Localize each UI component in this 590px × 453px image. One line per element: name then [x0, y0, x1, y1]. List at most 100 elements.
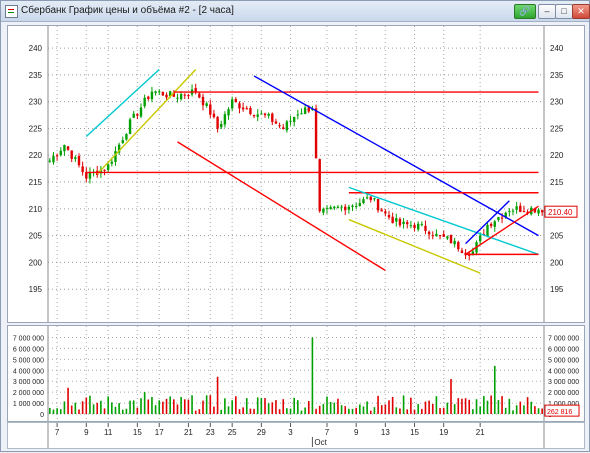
- volume-tick-label-left: 6 000 000: [13, 346, 44, 353]
- chart-window: Сбербанк График цены и объёма #2 - [2 ча…: [0, 0, 590, 452]
- volume-bar: [333, 402, 336, 414]
- price-candle: [66, 146, 70, 150]
- price-candle: [358, 203, 362, 207]
- volume-bar: [348, 408, 350, 414]
- price-candle: [55, 155, 59, 157]
- volume-bar: [486, 400, 489, 414]
- price-candle: [125, 134, 128, 140]
- time-tick-label: 9: [354, 428, 359, 437]
- price-candle: [322, 208, 325, 213]
- trendline[interactable]: [85, 68, 160, 138]
- volume-bar: [366, 401, 368, 414]
- time-axis-svg: 7 9 11 15 17 21 23 25 29 3 7 9 13 15 19 21 Oct: [47, 423, 545, 448]
- price-tick-label-right: 205: [550, 232, 564, 241]
- volume-bar: [340, 405, 343, 414]
- volume-bar: [512, 410, 514, 414]
- volume-chart[interactable]: 7 000 000 7 000 000 6 000 000 6 000 000 5 00…: [8, 326, 584, 421]
- volume-bar: [318, 405, 321, 414]
- price-candle: [508, 211, 511, 213]
- price-candle: [384, 211, 387, 214]
- volume-bar: [100, 400, 102, 414]
- volume-bar: [373, 407, 376, 414]
- price-candle: [285, 121, 289, 131]
- volume-bar: [424, 401, 427, 414]
- price-tick-label-left: 205: [29, 232, 43, 241]
- volume-bar: [111, 402, 113, 414]
- price-candle: [143, 97, 146, 107]
- volume-bar: [118, 403, 120, 414]
- price-candle: [63, 145, 66, 152]
- volume-bar: [63, 401, 66, 414]
- price-candle: [438, 235, 442, 237]
- volume-bar: [395, 407, 398, 414]
- volume-tick-label-left: 3 000 000: [13, 379, 44, 386]
- price-candle: [209, 104, 212, 115]
- price-candle: [446, 236, 449, 239]
- price-candle: [351, 205, 354, 207]
- price-candle: [260, 113, 263, 115]
- price-candle: [354, 205, 358, 207]
- volume-bar: [380, 405, 383, 414]
- close-button[interactable]: ✕: [572, 4, 590, 19]
- last-price-label: 210.40: [548, 208, 573, 217]
- volume-bar: [311, 337, 314, 414]
- volume-bar: [78, 409, 80, 414]
- price-chart[interactable]: 240 240 235 235 230 230 225 225 220 220 215 215 210 2…: [8, 26, 584, 322]
- volume-bar: [136, 407, 139, 414]
- volume-bar: [344, 406, 347, 414]
- title-bar[interactable]: Сбербанк График цены и объёма #2 - [2 ча…: [1, 1, 590, 22]
- trendline[interactable]: [96, 69, 197, 175]
- volume-bar: [158, 400, 161, 414]
- price-candle: [230, 99, 234, 109]
- volume-bar: [504, 407, 507, 414]
- volume-bar: [180, 396, 182, 414]
- volume-bar: [89, 395, 91, 414]
- price-candle: [223, 114, 227, 125]
- price-pane[interactable]: 240 240 235 235 230 230 225 225 220 220 215 215 210 2…: [7, 25, 585, 323]
- link-icon[interactable]: 🔗: [514, 4, 536, 19]
- price-candle: [139, 107, 143, 117]
- volume-bar: [209, 395, 212, 414]
- volume-tick-label-left: 4 000 000: [13, 368, 44, 375]
- volume-bar: [282, 399, 285, 414]
- volume-bar: [227, 406, 230, 414]
- price-candle: [329, 207, 332, 210]
- volume-bar: [442, 407, 445, 414]
- volume-bar: [293, 397, 295, 414]
- volume-bar: [143, 392, 146, 414]
- price-candle: [282, 127, 285, 129]
- trendline[interactable]: [177, 141, 386, 272]
- volume-bar: [202, 400, 204, 414]
- trendline[interactable]: [253, 75, 539, 237]
- price-tick-label-right: 215: [550, 178, 564, 187]
- volume-bar: [74, 402, 77, 414]
- volume-bar: [103, 408, 106, 414]
- price-candle: [271, 113, 274, 122]
- price-candle: [132, 113, 135, 118]
- price-candle: [500, 217, 504, 219]
- time-axis: 7 9 11 15 17 21 23 25 29 3 7 9 13 15 19 21 Oct: [7, 422, 585, 449]
- volume-bar: [537, 408, 540, 414]
- maximize-button[interactable]: □: [555, 4, 573, 19]
- volume-bar: [56, 408, 58, 414]
- volume-bar: [70, 405, 73, 414]
- volume-bar: [249, 408, 252, 414]
- price-candle: [106, 164, 110, 170]
- volume-pane[interactable]: 7 000 000 7 000 000 6 000 000 6 000 000 5 00…: [7, 325, 585, 422]
- volume-tick-label-right: 3 000 000: [548, 379, 579, 386]
- price-candle: [314, 108, 318, 159]
- time-tick-label: 7: [325, 428, 330, 437]
- volume-bar: [421, 408, 423, 414]
- minimize-button[interactable]: –: [538, 4, 556, 19]
- volume-bar: [169, 396, 171, 414]
- price-candle: [292, 116, 296, 122]
- price-tick-label-right: 200: [550, 258, 564, 267]
- price-candle: [365, 197, 369, 199]
- volume-bar: [315, 408, 317, 414]
- time-tick-label: 7: [55, 428, 60, 437]
- price-candle: [70, 150, 73, 159]
- price-tick-label-right: 195: [550, 285, 564, 294]
- price-candle: [241, 107, 245, 110]
- price-candle: [245, 108, 248, 110]
- trendline[interactable]: [348, 186, 539, 256]
